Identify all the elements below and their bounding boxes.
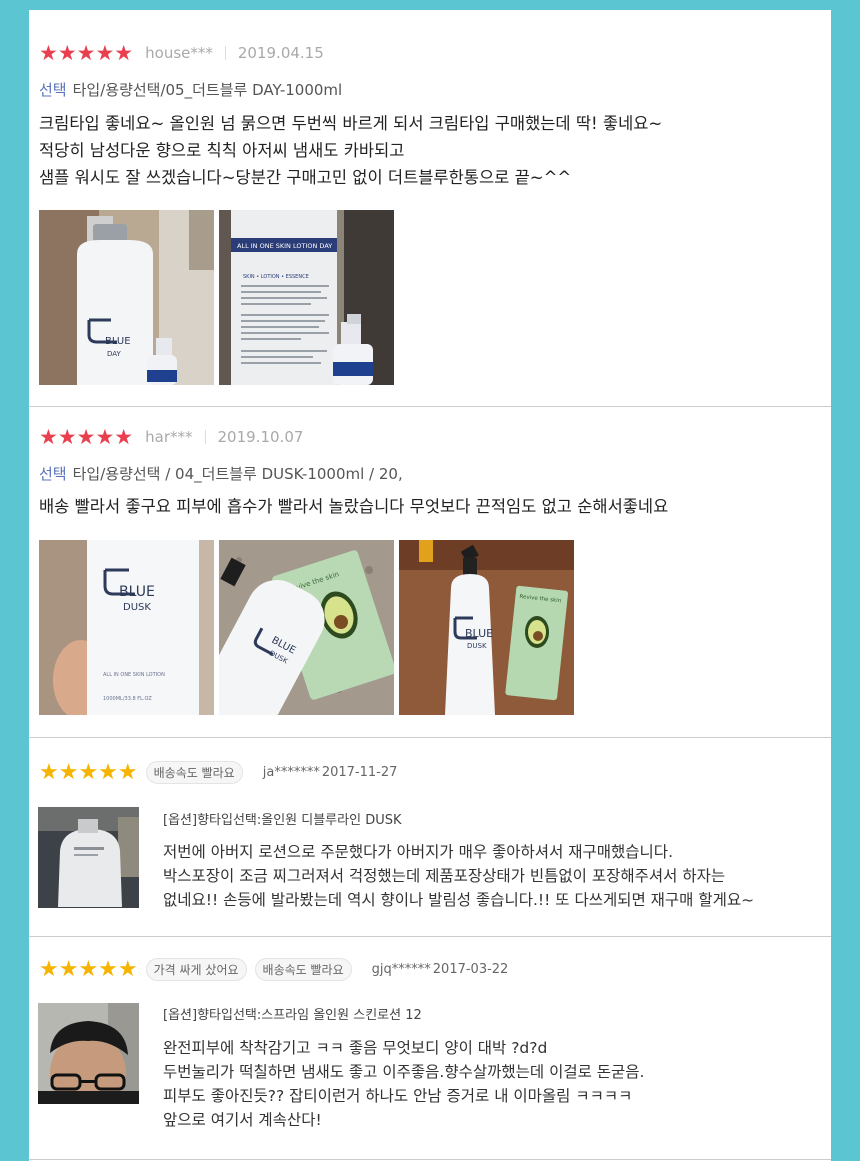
review-date: 2019.04.15	[237, 44, 324, 62]
star-rating: ★★★★★	[39, 760, 138, 785]
review-photo[interactable]: Revive the skin BLUE DUSK	[219, 540, 394, 715]
review-line: 저번에 아버지 로션으로 주문했다가 아버지가 매우 좋아하셔서 재구매했습니다…	[163, 843, 673, 861]
option-select-label: 선택	[39, 465, 67, 483]
review-photo[interactable]: BLUE DAY	[39, 210, 214, 385]
review-tag-chip: 배송속도 빨라요	[254, 958, 352, 981]
review-text: 저번에 아버지 로션으로 주문했다가 아버지가 매우 좋아하셔서 재구매했습니다…	[163, 840, 754, 912]
star-rating: ★★★★★	[39, 425, 134, 449]
review-meta: ★★★★★ house*** 2019.04.15	[39, 41, 324, 65]
product-brand: BLUE	[105, 336, 131, 347]
meta-divider	[224, 46, 226, 60]
review-line: 박스포장이 조금 찌그러져서 걱정했는데 제품포장상태가 빈틈없이 포장해주셔서…	[163, 867, 726, 885]
review-line: 적당히 남성다운 향으로 칙칙 아저씨 냄새도 카바되고	[39, 141, 405, 160]
review-date: 2017-11-27	[321, 765, 398, 780]
review-date: 2019.10.07	[217, 428, 304, 446]
review-photo[interactable]: BLUE DUSK ALL IN ONE SKIN LOTION 1000ML/…	[39, 540, 214, 715]
product-small-text: ALL IN ONE SKIN LOTION	[103, 672, 165, 678]
reviewer-name: gjq******	[371, 962, 431, 977]
review-list: ★★★★★ house*** 2019.04.15 선택 타입/용량선택/05_더…	[29, 10, 831, 1161]
review-line: 크림타입 좋네요~ 올인원 넘 묽으면 두번씩 바르게 되서 크림타입 구매했는…	[39, 114, 663, 133]
review-divider	[29, 406, 831, 407]
review-text: 크림타입 좋네요~ 올인원 넘 묽으면 두번씩 바르게 되서 크림타입 구매했는…	[39, 110, 662, 191]
review-line: 완전피부에 착착감기고 ㅋㅋ 좋음 무엇보디 양이 대박 ?d?d	[163, 1039, 548, 1057]
review-line: 배송 빨라서 좋구요 피부에 흡수가 빨라서 놀랐습니다 무엇보다 끈적임도 없…	[39, 497, 669, 516]
option-text: 타입/용량선택/05_더트블루 DAY-1000ml	[72, 81, 343, 99]
review-line: 앞으로 여기서 계속산다!	[163, 1111, 322, 1129]
purchase-option: 선택 타입/용량선택/05_더트블루 DAY-1000ml	[39, 79, 342, 100]
review-text: 완전피부에 착착감기고 ㅋㅋ 좋음 무엇보디 양이 대박 ?d?d 두번눌리가 …	[163, 1036, 644, 1132]
product-variant: DUSK	[467, 642, 487, 650]
review-tag-chip: 배송속도 빨라요	[145, 761, 243, 784]
review-thumbnail[interactable]	[38, 1003, 139, 1104]
reviewer-name: ja*******	[262, 765, 320, 780]
review-meta: ★★★★★ har*** 2019.10.07	[39, 425, 303, 449]
star-rating: ★★★★★	[39, 957, 138, 982]
review-line: 피부도 좋아진듯?? 잡티이런거 하나도 안남 증거로 내 이마올림 ㅋㅋㅋㅋ	[163, 1087, 633, 1105]
review-photo[interactable]: ALL IN ONE SKIN LOTION DAY SKIN • LOTION…	[219, 210, 394, 385]
review-meta: ★★★★★ 가격 싸게 샀어요 배송속도 빨라요 gjq****** 2017-…	[39, 957, 508, 982]
review-line: 두번눌리가 떡칠하면 냄새도 좋고 이주좋음.향수살까했는데 이걸로 돈굳음.	[163, 1063, 645, 1081]
product-label: ALL IN ONE SKIN LOTION DAY	[237, 242, 332, 250]
option-text: 타입/용량선택 / 04_더트블루 DUSK-1000ml / 20,	[72, 465, 403, 483]
review-photo[interactable]: Revive the skin BLUE DUSK	[399, 540, 574, 715]
purchase-option: [옵션]향타입선택:스프라임 올인원 스킨로션 12	[163, 1008, 422, 1023]
review-line: 샘플 워시도 잘 쓰겠습니다~당분간 구매고민 없이 더트블루한통으로 끝~^^	[39, 168, 572, 187]
product-brand: BLUE	[465, 627, 493, 640]
review-divider	[29, 737, 831, 738]
product-volume: 1000ML/33.8 FL.OZ	[103, 696, 152, 702]
purchase-option: 선택 타입/용량선택 / 04_더트블루 DUSK-1000ml / 20,	[39, 463, 403, 484]
review-thumbnail[interactable]	[38, 807, 139, 908]
reviewer-name: har***	[145, 428, 193, 446]
review-meta: ★★★★★ 배송속도 빨라요 ja******* 2017-11-27	[39, 760, 397, 785]
review-divider	[29, 1159, 831, 1160]
review-divider	[29, 936, 831, 937]
meta-divider	[204, 430, 206, 444]
product-variant: DAY	[107, 350, 122, 358]
reviewer-name: house***	[145, 44, 213, 62]
product-brand: BLUE	[119, 584, 155, 600]
product-label-subline: SKIN • LOTION • ESSENCE	[243, 274, 309, 280]
review-tag-chip: 가격 싸게 샀어요	[145, 958, 247, 981]
star-rating: ★★★★★	[39, 41, 134, 65]
product-variant: DUSK	[123, 602, 151, 613]
review-date: 2017-03-22	[432, 962, 509, 977]
option-select-label: 선택	[39, 81, 67, 99]
review-text: 배송 빨라서 좋구요 피부에 흡수가 빨라서 놀랐습니다 무엇보다 끈적임도 없…	[39, 493, 668, 520]
purchase-option: [옵션]향타입선택:올인원 디블루라인 DUSK	[163, 813, 402, 828]
review-line: 없네요!! 손등에 발라봤는데 역시 향이나 발림성 좋습니다.!! 또 다쓰게…	[163, 891, 755, 909]
